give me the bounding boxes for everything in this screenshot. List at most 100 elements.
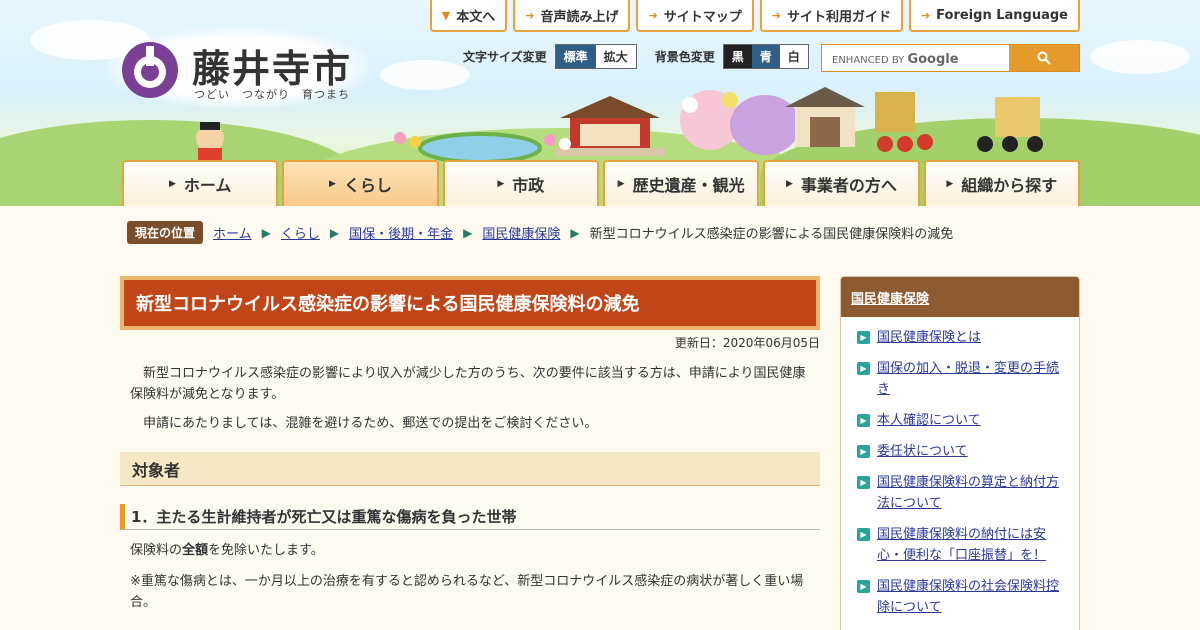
site-name: 藤井寺市	[192, 46, 353, 91]
arrow-right-icon: ▶	[857, 528, 870, 541]
intro-paragraph: 申請にあたりましては、混雑を避けるため、郵送での提出をご検討ください。	[143, 416, 598, 431]
triangle-right-icon: ▶	[617, 179, 625, 189]
site-tagline: つどい つながり 育つまち	[194, 88, 350, 101]
nav-history-tourism[interactable]: ▶ 歴史遺産・観光	[602, 160, 760, 206]
utility-link-label: サイト利用ガイド	[786, 9, 891, 25]
nav-home[interactable]: ▶ ホーム	[122, 160, 279, 206]
font-size-standard-button[interactable]: 標準	[555, 45, 596, 68]
sitemap-link[interactable]: ➔ サイトマップ	[636, 0, 754, 32]
bg-color-label: 背景色変更	[654, 50, 715, 64]
body-text: 保険料の	[130, 543, 183, 558]
utility-link-label: 音声読み上げ	[540, 9, 619, 25]
nav-label: ホーム	[183, 176, 232, 195]
chevron-right-icon: ▶	[570, 225, 580, 240]
utility-links: ▼ 本文へ ➔ 音声読み上げ ➔ サイトマップ ➔ サイト利用ガイド ➔ Foreign …	[429, 0, 1080, 32]
arrow-right-icon: ➔	[525, 8, 535, 22]
breadcrumb-national-health-insurance[interactable]: 国民健康保険	[482, 223, 560, 242]
triangle-right-icon: ▶	[329, 179, 336, 189]
sidebar-link[interactable]: 国民健康保険料の納付には安心・便利な「口座振替」を！	[877, 527, 1046, 563]
body-emphasis: 全額	[182, 543, 209, 558]
cloud-decoration	[380, 60, 470, 90]
nav-label: 歴史遺産・観光	[632, 176, 745, 195]
chevron-right-icon: ▶	[329, 225, 340, 240]
nav-organization[interactable]: ▶ 組織から探す	[923, 160, 1080, 206]
arrow-right-icon: ▶	[857, 476, 870, 489]
section-heading: 対象者	[120, 452, 820, 486]
city-emblem-icon	[122, 42, 178, 98]
display-settings: 文字サイズ変更 標準 拡大 背景色変更 黒 青 白	[463, 44, 809, 69]
sidebar-link[interactable]: 国民健康保険とは	[877, 330, 981, 345]
body-paragraph: 保険料の全額を免除いたします。	[120, 540, 820, 561]
arrow-right-icon: ➔	[771, 8, 781, 22]
font-size-large-button[interactable]: 拡大	[595, 45, 636, 68]
page-title: 新型コロナウイルス感染症の影響による国民健康保険料の減免	[120, 276, 820, 330]
sidebar-link[interactable]: 国民健康保険料の算定と納付方法について	[877, 475, 1059, 511]
site-logo[interactable]: 藤井寺市 つどい つながり 育つまち	[108, 28, 368, 108]
arrow-right-icon: ▶	[857, 362, 870, 375]
breadcrumb-current: 新型コロナウイルス感染症の影響による国民健康保険料の減免	[589, 227, 954, 242]
sidebar-link[interactable]: 委任状について	[877, 444, 968, 459]
search-button[interactable]	[1009, 45, 1079, 71]
site-search: ENHANCED BY Google	[821, 44, 1080, 72]
nav-label: 事業者の方へ	[800, 176, 897, 195]
sidebar-item: ▶ 委任状について	[857, 441, 1065, 462]
breadcrumb-living[interactable]: くらし	[281, 223, 320, 242]
sidebar-link[interactable]: 国保の加入・脱退・変更の手続き	[877, 361, 1059, 397]
font-size-switch: 標準 拡大	[554, 44, 637, 69]
sidebar-item: ▶ 国民健康保険料の納付には安心・便利な「口座振替」を！	[857, 524, 1065, 566]
text-to-speech-link[interactable]: ➔ 音声読み上げ	[513, 0, 631, 32]
breadcrumb-insurance-pension[interactable]: 国保・後期・年金	[349, 223, 453, 242]
utility-link-label: 本文へ	[456, 9, 496, 25]
nav-label: くらし	[343, 176, 392, 195]
nav-business[interactable]: ▶ 事業者の方へ	[763, 160, 920, 206]
flowerbed-illustration	[394, 132, 571, 163]
triangle-right-icon: ▶	[946, 179, 954, 189]
arrow-right-icon: ▶	[857, 445, 870, 458]
utility-link-label: サイトマップ	[663, 9, 742, 25]
sidebar-item: ▶ 国保の加入・脱退・変更の手続き	[857, 358, 1065, 400]
sidebar-item: ▶ 本人確認について	[857, 410, 1065, 431]
nav-label: 組織から探す	[961, 176, 1058, 195]
breadcrumb-home[interactable]: ホーム	[213, 223, 252, 242]
triangle-right-icon: ▶	[786, 179, 793, 189]
utility-link-label: Foreign Language	[936, 7, 1068, 23]
intro-paragraph: 新型コロナウイルス感染症の影響により収入が減少した方のうち、次の要件に該当する方…	[130, 366, 806, 402]
body-text: を免除いたします。	[208, 543, 324, 558]
bg-blue-button[interactable]: 青	[751, 45, 780, 68]
triangle-right-icon: ▶	[497, 179, 505, 189]
sidebar-heading-link[interactable]: 国民健康保険	[851, 288, 929, 307]
site-header: 藤井寺市 つどい つながり 育つまち ▼ 本文へ ➔ 音声読み上げ ➔ サイトマップ …	[0, 0, 1200, 206]
search-input[interactable]	[822, 45, 1009, 71]
arrow-right-icon: ▶	[857, 331, 870, 344]
triangle-right-icon: ▶	[168, 179, 176, 189]
current-location-badge: 現在の位置	[127, 221, 204, 244]
nav-living[interactable]: ▶ くらし	[282, 160, 439, 206]
arrow-down-icon: ▼	[441, 8, 451, 22]
sidebar-link[interactable]: 本人確認について	[877, 413, 981, 428]
chevron-right-icon: ▶	[463, 225, 473, 240]
note-paragraph: ※重篤な傷病とは、一か月以上の治療を有すると認められるなど、新型コロナウイルス感…	[130, 574, 804, 610]
bg-color-switch: 黒 青 白	[722, 44, 809, 69]
bg-white-button[interactable]: 白	[779, 45, 808, 68]
arrow-right-icon: ➔	[648, 8, 658, 22]
font-size-label: 文字サイズ変更	[463, 50, 547, 64]
sidebar-item: ▶ 国民健康保険とは	[857, 327, 1065, 348]
sidebar: 国民健康保険 ▶ 国民健康保険とは ▶ 国保の加入・脱退・変更の手続き ▶ 本人確認に…	[840, 276, 1080, 630]
nav-label: 市政	[512, 176, 545, 195]
sidebar-heading: 国民健康保険	[841, 277, 1079, 317]
updated-date: 更新日：2020年06月05日	[674, 336, 820, 350]
sidebar-link[interactable]: 国民健康保険料の社会保険料控除について	[877, 579, 1059, 615]
bg-black-button[interactable]: 黒	[723, 45, 752, 68]
chevron-right-icon: ▶	[261, 225, 271, 240]
breadcrumb: 現在の位置 ホーム ▶ くらし ▶ 国保・後期・年金 ▶ 国民健康保険 ▶ 新型…	[127, 221, 953, 244]
cloud-decoration	[1090, 40, 1190, 74]
global-nav: ▶ ホーム ▶ くらし ▶ 市政 ▶ 歴史遺産・観光 ▶ 事業者の方へ ▶ 組織から探す	[122, 160, 1080, 206]
site-guide-link[interactable]: ➔ サイト利用ガイド	[759, 0, 903, 32]
foreign-language-link[interactable]: ➔ Foreign Language	[908, 0, 1080, 32]
sidebar-link-list: ▶ 国民健康保険とは ▶ 国保の加入・脱退・変更の手続き ▶ 本人確認について ▶ 委任…	[841, 317, 1079, 618]
sidebar-item: ▶ 国民健康保険料の社会保険料控除について	[857, 576, 1065, 618]
arrow-right-icon: ➔	[920, 8, 931, 22]
skip-to-content-link[interactable]: ▼ 本文へ	[429, 0, 508, 32]
nav-city-government[interactable]: ▶ 市政	[442, 160, 599, 206]
sidebar-item: ▶ 国民健康保険料の算定と納付方法について	[857, 472, 1065, 514]
